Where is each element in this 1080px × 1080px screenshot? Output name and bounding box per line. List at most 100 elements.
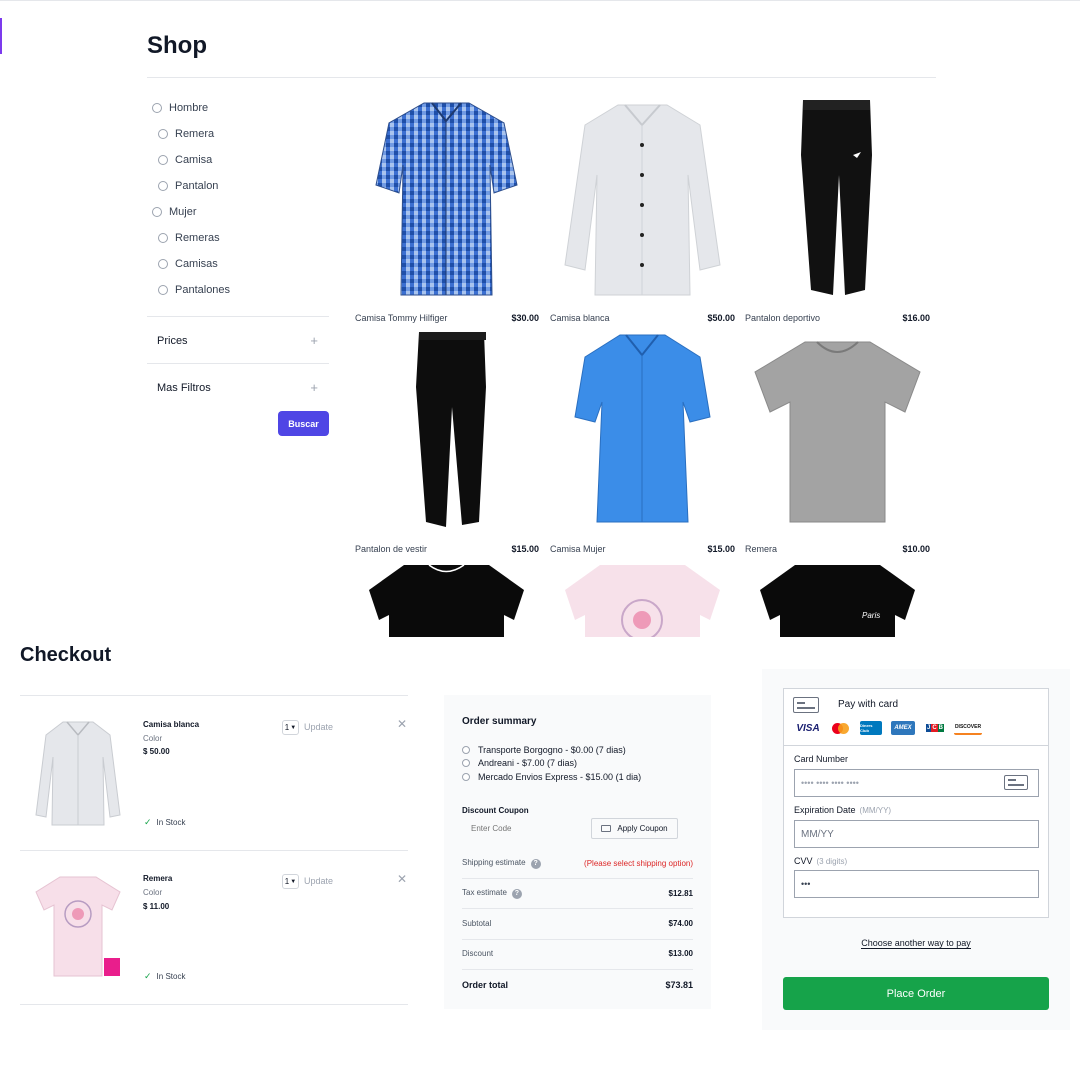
product-name[interactable]: Camisa blanca bbox=[550, 313, 610, 323]
product-price: $15.00 bbox=[707, 544, 735, 554]
filter-mas-filtros[interactable]: Mas Filtros + bbox=[157, 381, 318, 394]
filter-prices[interactable]: Prices + bbox=[157, 334, 318, 347]
quantity-select[interactable]: 1 ▼ bbox=[282, 720, 299, 735]
radio-icon[interactable] bbox=[158, 285, 168, 295]
order-total-row: Order total $73.81 bbox=[462, 980, 693, 990]
category-remeras[interactable]: Remeras bbox=[158, 232, 220, 244]
product-image-pantalon-vestir[interactable] bbox=[354, 327, 539, 532]
cart-item-name[interactable]: Remera bbox=[143, 874, 172, 883]
cart-item-image[interactable] bbox=[30, 872, 126, 980]
cart-item-price: $ 11.00 bbox=[143, 902, 170, 911]
shop-title: Shop bbox=[147, 32, 207, 59]
plus-icon[interactable]: + bbox=[310, 381, 318, 394]
pay-with-card-title: Pay with card bbox=[838, 699, 899, 710]
close-icon[interactable]: ✕ bbox=[397, 718, 407, 730]
order-summary-title: Order summary bbox=[462, 716, 537, 727]
radio-icon[interactable] bbox=[152, 207, 162, 217]
product-name[interactable]: Pantalon de vestir bbox=[355, 544, 427, 554]
payment-divider bbox=[784, 745, 1048, 746]
credit-card-icon bbox=[1004, 775, 1028, 790]
product-image-pantalon-deportivo[interactable] bbox=[745, 95, 930, 300]
diners-club-icon: Diners Club bbox=[860, 721, 882, 735]
another-payment-link[interactable]: Choose another way to pay bbox=[783, 938, 1049, 949]
update-button[interactable]: Update bbox=[304, 876, 333, 886]
jcb-icon: JCB bbox=[925, 721, 945, 735]
shipping-option[interactable]: Transporte Borgogno - $0.00 (7 dias) bbox=[462, 745, 626, 755]
update-button[interactable]: Update bbox=[304, 722, 333, 732]
product-image-remera[interactable] bbox=[745, 327, 930, 532]
summary-divider bbox=[462, 878, 693, 879]
place-order-button[interactable]: Place Order bbox=[783, 977, 1049, 1010]
product-name[interactable]: Camisa Tommy Hilfiger bbox=[355, 313, 447, 323]
summary-divider bbox=[462, 969, 693, 970]
product-print-text: Paris bbox=[862, 611, 881, 620]
discover-icon: DISCOVER bbox=[954, 721, 982, 735]
radio-icon[interactable] bbox=[462, 746, 470, 754]
radio-icon[interactable] bbox=[462, 773, 470, 781]
product-image-remera-rosa[interactable] bbox=[550, 560, 735, 637]
expiration-input[interactable]: MM/YY bbox=[794, 820, 1039, 848]
category-camisas[interactable]: Camisas bbox=[158, 258, 218, 270]
discount-row: Discount $13.00 bbox=[462, 949, 693, 958]
product-price: $10.00 bbox=[902, 544, 930, 554]
product-image-camisa-tommy[interactable] bbox=[354, 95, 539, 300]
stock-status: ✓ In Stock bbox=[144, 971, 186, 981]
radio-icon[interactable] bbox=[158, 155, 168, 165]
visa-icon: VISA bbox=[796, 722, 820, 734]
radio-icon[interactable] bbox=[158, 129, 168, 139]
cvv-input[interactable]: ••• bbox=[794, 870, 1039, 898]
plus-icon[interactable]: + bbox=[310, 334, 318, 347]
category-pantalones[interactable]: Pantalones bbox=[158, 284, 230, 296]
summary-divider bbox=[462, 908, 693, 909]
cart-item-image[interactable] bbox=[30, 717, 126, 827]
product-price: $30.00 bbox=[511, 313, 539, 323]
close-icon[interactable]: ✕ bbox=[397, 873, 407, 885]
amex-icon: AMEX bbox=[891, 721, 915, 735]
cart-item-name[interactable]: Camisa blanca bbox=[143, 720, 199, 729]
top-divider bbox=[0, 0, 1080, 1]
stock-status: ✓ In Stock bbox=[144, 817, 186, 827]
ticket-icon bbox=[601, 825, 612, 832]
radio-icon[interactable] bbox=[158, 259, 168, 269]
category-hombre[interactable]: Hombre bbox=[152, 102, 208, 114]
product-image-camisa-mujer[interactable] bbox=[550, 327, 735, 532]
shop-divider bbox=[147, 77, 936, 78]
radio-icon[interactable] bbox=[158, 233, 168, 243]
apply-coupon-button[interactable]: Apply Coupon bbox=[591, 818, 678, 839]
product-name[interactable]: Camisa Mujer bbox=[550, 544, 606, 554]
check-icon: ✓ bbox=[144, 817, 152, 827]
checkout-title: Checkout bbox=[20, 644, 112, 666]
cart-item-price: $ 50.00 bbox=[143, 747, 170, 756]
expiration-label: Expiration Date (MM/YY) bbox=[794, 805, 892, 815]
product-name[interactable]: Pantalon deportivo bbox=[745, 313, 820, 323]
category-camisa[interactable]: Camisa bbox=[158, 154, 212, 166]
coupon-input[interactable] bbox=[462, 818, 592, 839]
category-pantalon[interactable]: Pantalon bbox=[158, 180, 218, 192]
quantity-select[interactable]: 1 ▼ bbox=[282, 874, 299, 889]
credit-card-icon bbox=[793, 697, 819, 713]
filter-prices-label: Prices bbox=[157, 335, 188, 347]
shipping-option[interactable]: Mercado Envios Express - $15.00 (1 dia) bbox=[462, 772, 641, 782]
product-name[interactable]: Remera bbox=[745, 544, 777, 554]
cart-divider bbox=[20, 695, 408, 696]
discount-coupon-label: Discount Coupon bbox=[462, 806, 529, 815]
radio-icon[interactable] bbox=[158, 181, 168, 191]
product-image-camisa-blanca[interactable] bbox=[550, 95, 735, 300]
cvv-label: CVV (3 digits) bbox=[794, 856, 848, 866]
question-icon[interactable]: ? bbox=[511, 889, 522, 899]
tax-estimate-row: Tax estimate? $12.81 bbox=[462, 888, 693, 899]
question-icon[interactable]: ? bbox=[530, 859, 541, 869]
product-image-remera-negra[interactable] bbox=[354, 560, 539, 637]
product-image-remera-paris[interactable]: Paris bbox=[745, 560, 930, 637]
order-summary-panel bbox=[444, 695, 711, 1009]
category-remera[interactable]: Remera bbox=[158, 128, 214, 140]
radio-icon[interactable] bbox=[152, 103, 162, 113]
summary-divider bbox=[462, 939, 693, 940]
shipping-option[interactable]: Andreani - $7.00 (7 dias) bbox=[462, 758, 577, 768]
buscar-button[interactable]: Buscar bbox=[278, 411, 329, 436]
radio-icon[interactable] bbox=[462, 759, 470, 767]
card-number-input[interactable]: •••• •••• •••• •••• bbox=[794, 769, 1039, 797]
filter-mas-filtros-label: Mas Filtros bbox=[157, 382, 211, 394]
cart-item-color: Color bbox=[143, 888, 163, 897]
category-mujer[interactable]: Mujer bbox=[152, 206, 197, 218]
